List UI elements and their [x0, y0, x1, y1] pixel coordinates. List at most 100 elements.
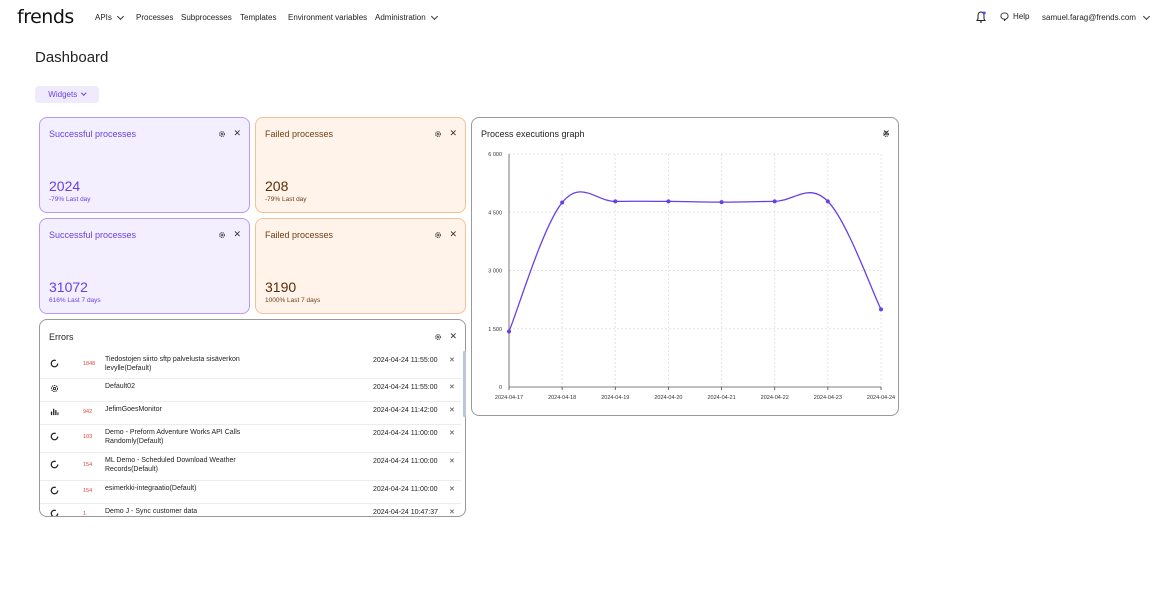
card-title: Successful processes [49, 230, 137, 240]
gear-icon [50, 384, 59, 393]
user-menu[interactable]: samuel.farag@frends.com [1042, 12, 1150, 22]
nav-administration-label: Administration [375, 13, 426, 22]
card-value: 31072 [49, 279, 88, 295]
error-row[interactable]: Default02 2024-04-24 11:55:00 ✕ [40, 379, 461, 402]
error-timestamp: 2024-04-24 11:42:00 [373, 407, 438, 414]
error-process-name[interactable]: Tiedostojen siirto sftp palvelusta sisäv… [105, 356, 245, 373]
nav-environment-variables-label: Environment variables [288, 13, 368, 22]
error-timestamp: 2024-04-24 11:00:00 [373, 486, 438, 493]
error-row[interactable]: 1 Demo J - Sync customer data 2024-04-24 1… [40, 504, 461, 517]
nav-subprocesses[interactable]: Subprocesses [181, 13, 232, 22]
error-count: 1848 [83, 361, 96, 367]
data-point [825, 199, 830, 204]
nav-templates-label: Templates [240, 13, 277, 22]
errors-widget: Errors ✕ 1848 Tiedostojen siirto sftp pal… [39, 319, 466, 517]
widgets-button-label: Widgets [48, 90, 78, 99]
data-point [772, 199, 777, 204]
close-icon[interactable]: ✕ [233, 231, 241, 240]
x-tick-label: 2024-04-22 [761, 395, 789, 401]
top-navigation: frends APIs Processes Subprocesses Templ… [0, 0, 1152, 36]
error-timestamp: 2024-04-24 11:55:00 [373, 384, 438, 391]
nav-administration[interactable]: Administration [375, 12, 438, 22]
error-process-name[interactable]: ML Demo - Scheduled Download Weather Rec… [105, 457, 245, 474]
failed-processes-week-card: Failed processes ✕ 3190 1000% Last 7 day… [255, 218, 466, 314]
page-title: Dashboard [35, 49, 109, 66]
nav-environment-variables[interactable]: Environment variables [288, 13, 367, 22]
bar-chart-icon [50, 408, 59, 416]
x-tick-label: 2024-04-24 [867, 395, 895, 401]
card-title: Failed processes [265, 129, 334, 139]
spinner-icon [50, 486, 59, 495]
error-count: 154 [83, 462, 93, 468]
executions-line-chart: 0 1 500 3 000 4 500 6 000 2024-04-17 2024-04-1… [488, 152, 895, 401]
chevron-down-icon [430, 12, 438, 20]
close-icon[interactable]: ✕ [449, 130, 457, 139]
data-point [666, 199, 671, 204]
card-title: Failed processes [265, 230, 334, 240]
errors-scrollbar[interactable] [463, 351, 466, 417]
error-process-name[interactable]: JefimGoesMonitor [105, 406, 245, 415]
error-row[interactable]: 103 Demo - Preform Adventure Works API Ca… [40, 425, 461, 453]
y-tick-label: 6 000 [488, 152, 502, 158]
close-icon[interactable]: ✕ [233, 130, 241, 139]
error-count: 103 [83, 434, 93, 440]
dismiss-error-icon[interactable]: ✕ [449, 457, 455, 465]
chat-bubble-icon [1000, 12, 1009, 21]
notification-bell-icon[interactable] [976, 11, 986, 23]
card-value: 2024 [49, 178, 81, 194]
x-tick-label: 2024-04-20 [654, 395, 682, 401]
error-process-name[interactable]: Default02 [105, 383, 245, 392]
nav-apis[interactable]: APIs [95, 12, 124, 22]
help-link[interactable]: Help [1000, 12, 1029, 21]
gear-icon[interactable] [434, 231, 442, 239]
frends-logo[interactable]: frends [17, 6, 74, 28]
card-change: 616% Last 7 days [49, 297, 101, 304]
error-count: 154 [83, 488, 93, 494]
y-tick-label: 3 000 [488, 269, 502, 275]
successful-processes-day-card: Successful processes ✕ 2024 -79% Last da… [39, 117, 250, 213]
error-process-name[interactable]: esimerkki-integraatio(Default) [105, 485, 245, 494]
dismiss-error-icon[interactable]: ✕ [449, 406, 455, 414]
error-count: 1 [83, 511, 87, 517]
gear-icon[interactable] [434, 333, 442, 341]
error-row[interactable]: 154 ML Demo - Scheduled Download Weather … [40, 453, 461, 481]
x-tick-label: 2024-04-23 [814, 395, 842, 401]
close-icon[interactable]: ✕ [449, 231, 457, 240]
close-icon[interactable]: ✕ [449, 333, 457, 342]
error-timestamp: 2024-04-24 11:00:00 [373, 430, 438, 437]
card-title: Successful processes [49, 129, 137, 139]
card-value: 3190 [265, 279, 297, 295]
dismiss-error-icon[interactable]: ✕ [449, 485, 455, 493]
dismiss-error-icon[interactable]: ✕ [449, 508, 455, 516]
y-tick-label: 4 500 [488, 210, 502, 216]
x-tick-label: 2024-04-21 [708, 395, 736, 401]
dismiss-error-icon[interactable]: ✕ [449, 383, 455, 391]
error-timestamp: 2024-04-24 11:00:00 [373, 458, 438, 465]
spinner-icon [50, 460, 59, 469]
gear-icon[interactable] [434, 130, 442, 138]
x-tick-label: 2024-04-17 [495, 395, 523, 401]
chevron-down-icon [81, 90, 87, 96]
nav-processes[interactable]: Processes [136, 13, 173, 22]
data-point [613, 199, 618, 204]
nav-apis-label: APIs [95, 13, 112, 22]
y-tick-label: 1 500 [488, 327, 502, 333]
gear-icon[interactable] [218, 231, 226, 239]
nav-subprocesses-label: Subprocesses [181, 13, 232, 22]
nav-templates[interactable]: Templates [240, 13, 276, 22]
spinner-icon [50, 509, 59, 516]
dismiss-error-icon[interactable]: ✕ [449, 356, 455, 364]
error-row[interactable]: 1848 Tiedostojen siirto sftp palvelusta s… [40, 352, 461, 379]
error-row[interactable]: 942 JefimGoesMonitor 2024-04-24 11:42:00 ✕ [40, 402, 461, 425]
gear-icon[interactable] [218, 130, 226, 138]
user-email: samuel.farag@frends.com [1042, 13, 1136, 22]
error-process-name[interactable]: Demo J - Sync customer data [105, 508, 245, 516]
dismiss-error-icon[interactable]: ✕ [449, 429, 455, 437]
error-timestamp: 2024-04-24 11:55:00 [373, 357, 438, 364]
data-point [719, 200, 724, 205]
error-timestamp: 2024-04-24 10:47:37 [373, 509, 438, 516]
error-process-name[interactable]: Demo - Preform Adventure Works API Calls… [105, 429, 245, 446]
y-tick-label: 0 [499, 385, 502, 391]
error-row[interactable]: 154 esimerkki-integraatio(Default) 2024-04… [40, 481, 461, 504]
widgets-button[interactable]: Widgets [35, 86, 99, 103]
